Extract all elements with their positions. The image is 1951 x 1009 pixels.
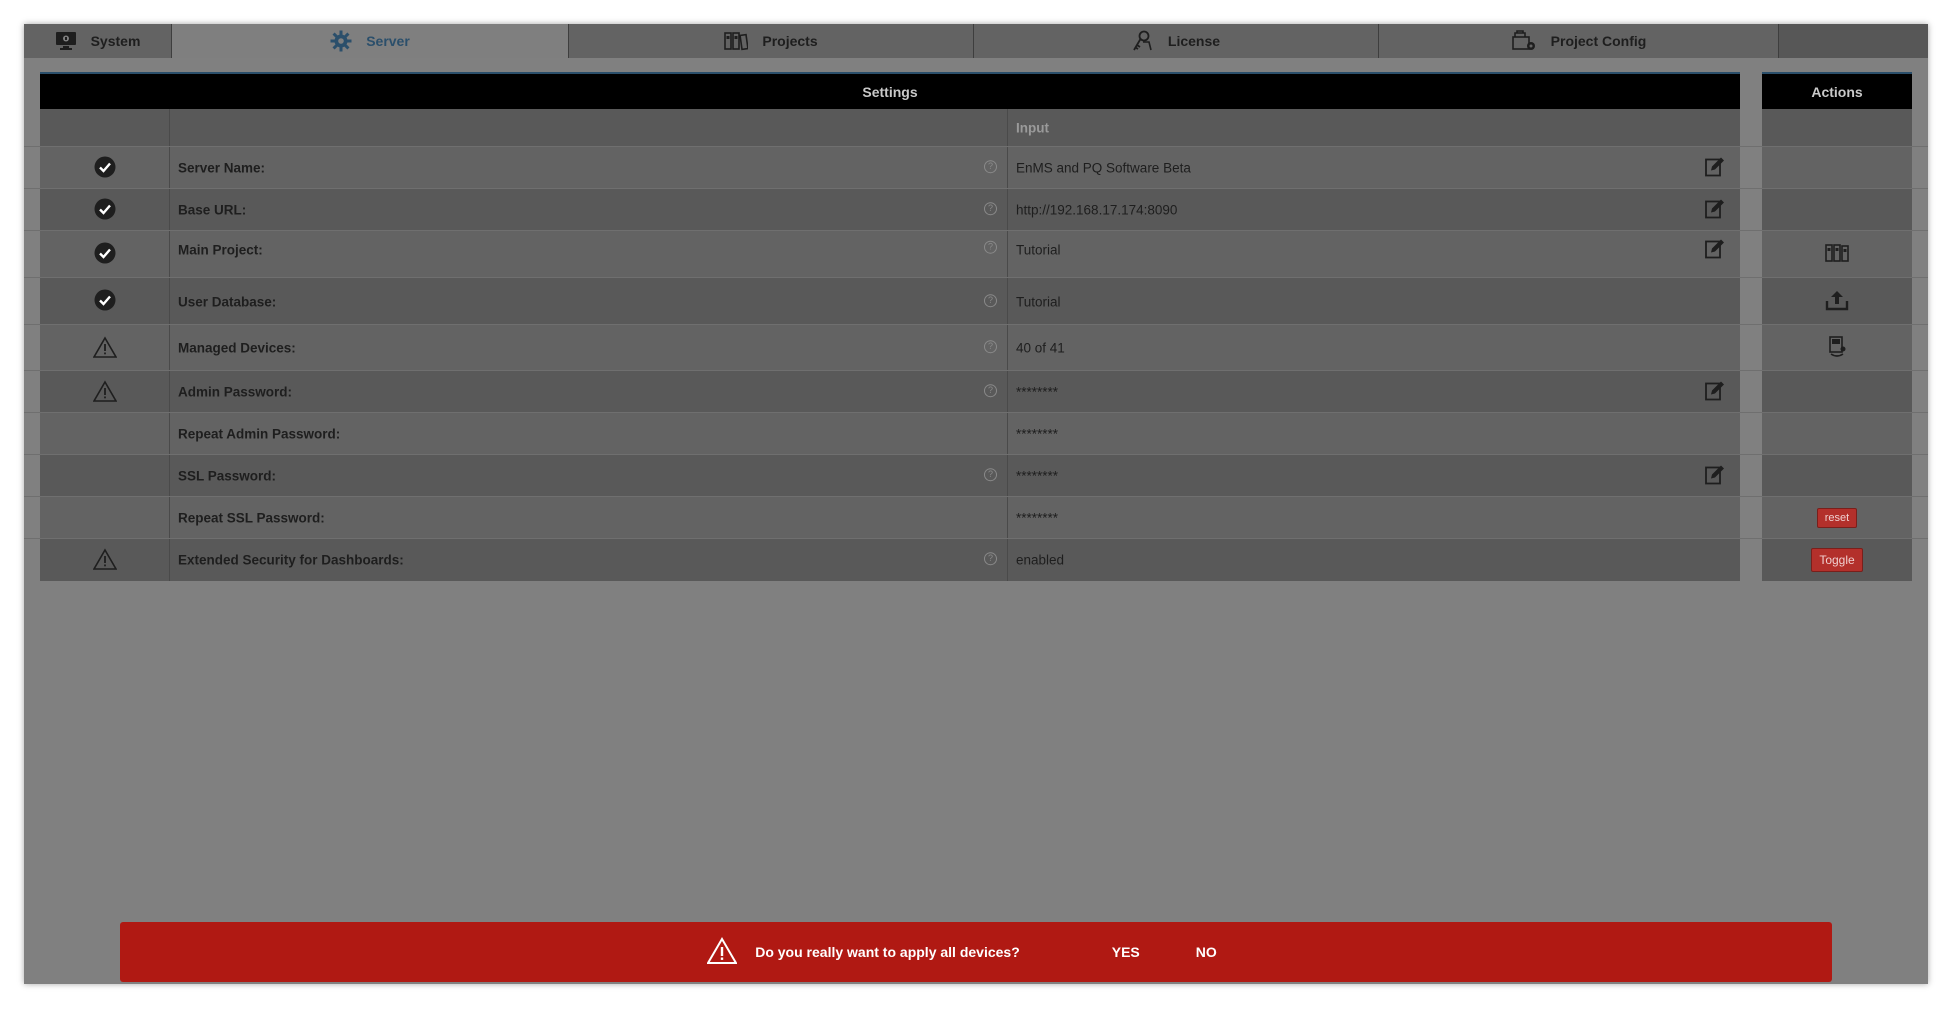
projects-icon[interactable] bbox=[1825, 243, 1849, 266]
config-icon bbox=[1511, 30, 1537, 52]
tab-projects[interactable]: Projects bbox=[569, 24, 974, 58]
confirm-message: Do you really want to apply all devices? bbox=[755, 944, 1020, 960]
setting-value: EnMS and PQ Software Beta bbox=[1016, 160, 1191, 176]
table-row: SSL Password:? ******** bbox=[24, 454, 1928, 497]
table-row: Managed Devices:? 40 of 41 bbox=[24, 324, 1928, 371]
check-circle-icon bbox=[94, 289, 116, 314]
tab-license-label: License bbox=[1167, 33, 1221, 49]
setting-label: Extended Security for Dashboards: bbox=[178, 552, 404, 568]
setting-label: Server Name: bbox=[178, 160, 266, 176]
setting-value: enabled bbox=[1016, 552, 1065, 568]
tab-system-label: System bbox=[90, 33, 141, 49]
gear-icon bbox=[330, 30, 352, 52]
edit-icon[interactable] bbox=[1704, 156, 1726, 181]
setting-label: User Database: bbox=[178, 294, 277, 309]
edit-icon[interactable] bbox=[1704, 380, 1726, 405]
upload-icon[interactable] bbox=[1825, 289, 1849, 314]
app-window: System Server Projects License Project C… bbox=[24, 24, 1928, 984]
edit-icon[interactable] bbox=[1704, 464, 1726, 489]
setting-label: Managed Devices: bbox=[178, 340, 296, 356]
setting-label: SSL Password: bbox=[178, 468, 277, 484]
tab-projects-label: Projects bbox=[762, 33, 818, 49]
table-row: Main Project:? Tutorial bbox=[24, 230, 1928, 278]
warning-icon bbox=[92, 335, 117, 361]
help-icon[interactable]: ? bbox=[984, 384, 997, 398]
table-row: Extended Security for Dashboards:? enabl… bbox=[24, 538, 1928, 581]
tab-system[interactable]: System bbox=[24, 24, 172, 58]
table-row: Repeat SSL Password: ******** reset bbox=[24, 496, 1928, 539]
toggle-button[interactable]: Toggle bbox=[1811, 548, 1863, 572]
input-column-header: Input bbox=[1016, 120, 1049, 135]
help-icon[interactable]: ? bbox=[984, 340, 997, 354]
table-row: User Database:? Tutorial bbox=[24, 277, 1928, 325]
setting-label: Repeat SSL Password: bbox=[178, 510, 325, 526]
setting-label: Repeat Admin Password: bbox=[178, 426, 341, 442]
confirm-dialog: Do you really want to apply all devices?… bbox=[120, 922, 1832, 982]
binders-icon bbox=[724, 31, 749, 51]
tab-project-config-label: Project Config bbox=[1550, 33, 1647, 49]
setting-value: Tutorial bbox=[1016, 242, 1061, 258]
devices-icon[interactable] bbox=[1827, 335, 1847, 361]
column-header-row: Input bbox=[24, 109, 1928, 146]
table-row: Base URL:? http://192.168.17.174:8090 bbox=[24, 188, 1928, 231]
tab-server-label: Server bbox=[366, 33, 410, 49]
check-circle-icon bbox=[94, 198, 116, 223]
edit-icon[interactable] bbox=[1704, 237, 1726, 262]
warning-icon bbox=[706, 936, 738, 968]
setting-value: 40 of 41 bbox=[1016, 340, 1065, 356]
tab-bar: System Server Projects License Project C… bbox=[24, 24, 1928, 58]
help-icon[interactable]: ? bbox=[984, 240, 997, 254]
actions-header: Actions bbox=[1762, 72, 1912, 109]
key-person-icon bbox=[1132, 30, 1154, 52]
edit-icon[interactable] bbox=[1704, 198, 1726, 223]
check-circle-icon bbox=[94, 242, 116, 267]
tab-server[interactable]: Server bbox=[172, 24, 569, 58]
settings-header: Settings bbox=[40, 72, 1740, 109]
setting-value: http://192.168.17.174:8090 bbox=[1016, 202, 1178, 218]
setting-label: Admin Password: bbox=[178, 384, 293, 400]
help-icon[interactable]: ? bbox=[984, 293, 997, 307]
monitor-icon bbox=[55, 31, 77, 51]
warning-icon bbox=[92, 547, 117, 573]
table-row: Server Name:? EnMS and PQ Software Beta bbox=[24, 146, 1928, 189]
setting-value: ******** bbox=[1016, 510, 1059, 526]
check-circle-icon bbox=[94, 156, 116, 181]
tab-license[interactable]: License bbox=[974, 24, 1379, 58]
setting-value: Tutorial bbox=[1016, 294, 1061, 309]
setting-value: ******** bbox=[1016, 468, 1059, 484]
setting-label: Base URL: bbox=[178, 202, 247, 218]
setting-label: Main Project: bbox=[178, 242, 263, 258]
table-row: Admin Password:? ******** bbox=[24, 370, 1928, 413]
reset-button[interactable]: reset bbox=[1816, 508, 1858, 528]
yes-button[interactable]: YES bbox=[1112, 944, 1140, 960]
tab-project-config[interactable]: Project Config bbox=[1379, 24, 1779, 58]
no-button[interactable]: NO bbox=[1196, 944, 1217, 960]
help-icon[interactable]: ? bbox=[984, 160, 997, 174]
setting-value: ******** bbox=[1016, 426, 1059, 442]
help-icon[interactable]: ? bbox=[984, 468, 997, 482]
table-row: Repeat Admin Password: ******** bbox=[24, 412, 1928, 455]
help-icon[interactable]: ? bbox=[984, 202, 997, 216]
setting-value: ******** bbox=[1016, 384, 1059, 400]
help-icon[interactable]: ? bbox=[984, 552, 997, 566]
warning-icon bbox=[92, 379, 117, 405]
